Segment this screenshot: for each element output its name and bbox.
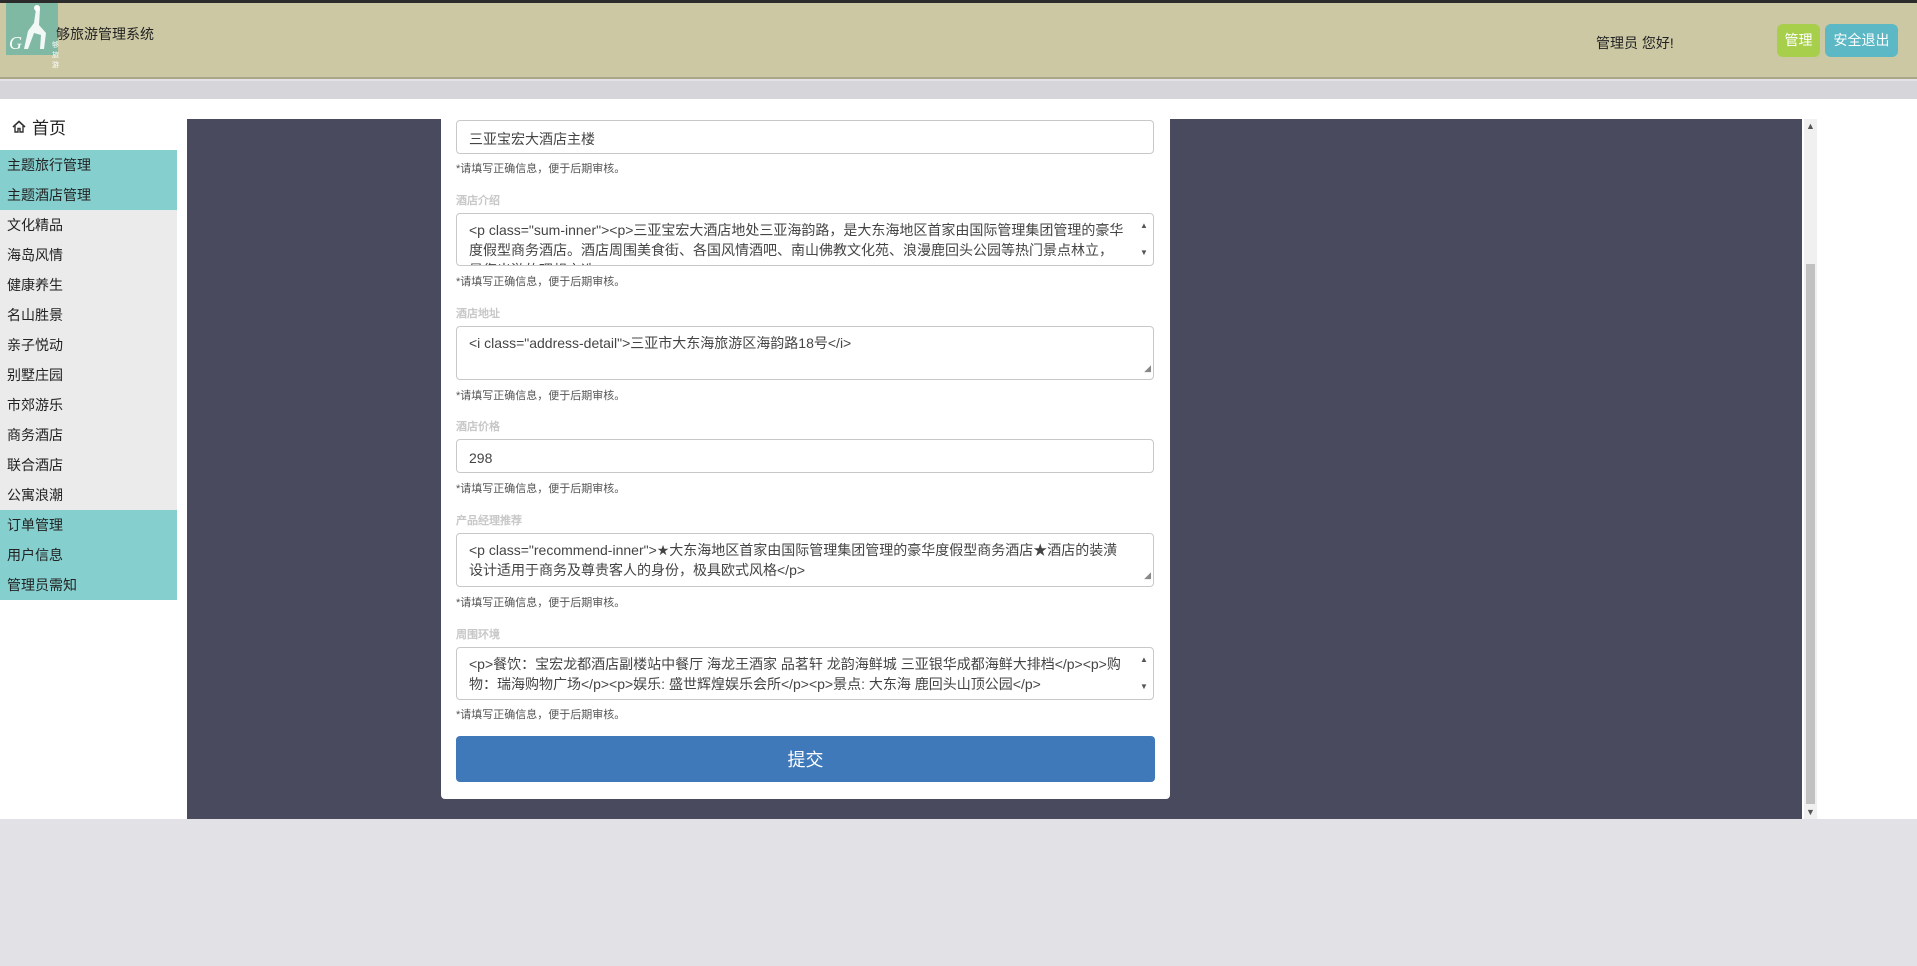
- price-input[interactable]: 298: [456, 439, 1154, 473]
- sidebar-item[interactable]: 管理员需知: [0, 570, 177, 600]
- sidebar-item[interactable]: 健康养生: [0, 270, 177, 300]
- sidebar-item[interactable]: 主题旅行管理: [0, 150, 177, 180]
- sidebar-item[interactable]: 订单管理: [0, 510, 177, 540]
- textarea-scrollbar[interactable]: ▲ ▼: [1137, 650, 1151, 697]
- intro-text: <p class="sum-inner"><p>三亚宝宏大酒店地处三亚海韵路，是…: [469, 222, 1124, 265]
- intro-textarea[interactable]: <p class="sum-inner"><p>三亚宝宏大酒店地处三亚海韵路，是…: [456, 213, 1154, 266]
- env-text: <p>餐饮：宝宏龙都酒店副楼站中餐厅 海龙王酒家 品茗轩 龙韵海鲜城 三亚银华成…: [469, 656, 1121, 692]
- hotel-edit-form: 三亚宝宏大酒店主楼 *请填写正确信息，便于后期审核。 酒店介绍 <p class…: [441, 119, 1170, 799]
- recommend-text: <p class="recommend-inner">★大东海地区首家由国际管理…: [469, 542, 1118, 578]
- sidebar-item[interactable]: 名山胜景: [0, 300, 177, 330]
- resize-handle-icon[interactable]: ◢: [1144, 565, 1151, 585]
- header-shadow: [0, 81, 1917, 99]
- scroll-up-icon[interactable]: ▲: [1140, 650, 1148, 670]
- env-textarea[interactable]: <p>餐饮：宝宏龙都酒店副楼站中餐厅 海龙王酒家 品茗轩 龙韵海鲜城 三亚银华成…: [456, 647, 1154, 700]
- env-label: 周围环境: [456, 629, 500, 641]
- hint-text: *请填写正确信息，便于后期审核。: [456, 276, 626, 288]
- sidebar-item[interactable]: 用户信息: [0, 540, 177, 570]
- textarea-scrollbar[interactable]: ▲ ▼: [1137, 216, 1151, 263]
- sidebar-home[interactable]: 首页: [12, 114, 66, 139]
- svg-text:G: G: [9, 33, 22, 53]
- sidebar-item[interactable]: 亲子悦动: [0, 330, 177, 360]
- page-scrollbar[interactable]: ▲ ▼: [1804, 119, 1817, 819]
- sidebar-item[interactable]: 主题酒店管理: [0, 180, 177, 210]
- sidebar-item[interactable]: 公寓浪潮: [0, 480, 177, 510]
- logo-text: 够旅游: [52, 42, 59, 69]
- hint-text: *请填写正确信息，便于后期审核。: [456, 390, 626, 402]
- scroll-down-icon[interactable]: ▼: [1140, 243, 1148, 263]
- sidebar-item[interactable]: 文化精品: [0, 210, 177, 240]
- hint-text: *请填写正确信息，便于后期审核。: [456, 597, 626, 609]
- logo: G 够旅游: [6, 3, 59, 69]
- address-textarea[interactable]: <i class="address-detail">三亚市大东海旅游区海韵路18…: [456, 326, 1154, 380]
- sidebar-menu: 主题旅行管理 主题酒店管理 文化精品 海岛风情 健康养生 名山胜景 亲子悦动 别墅庄园 市郊游乐…: [0, 150, 177, 600]
- scrollbar-thumb[interactable]: [1806, 264, 1815, 804]
- home-icon: [12, 120, 26, 133]
- scroll-down-icon[interactable]: ▼: [1806, 807, 1815, 817]
- logout-button[interactable]: 安全退出: [1825, 24, 1898, 57]
- sidebar-item[interactable]: 别墅庄园: [0, 360, 177, 390]
- admin-greeting: 管理员 您好!: [1596, 35, 1674, 51]
- submit-button[interactable]: 提交: [456, 736, 1155, 782]
- hotel-name-input[interactable]: 三亚宝宏大酒店主楼: [456, 120, 1154, 154]
- manage-button[interactable]: 管理: [1777, 24, 1820, 57]
- sidebar-item[interactable]: 联合酒店: [0, 450, 177, 480]
- hint-text: *请填写正确信息，便于后期审核。: [456, 163, 626, 175]
- hint-text: *请填写正确信息，便于后期审核。: [456, 709, 626, 721]
- sidebar-item[interactable]: 市郊游乐: [0, 390, 177, 420]
- hint-text: *请填写正确信息，便于后期审核。: [456, 483, 626, 495]
- giraffe-logo-icon: G: [6, 3, 58, 55]
- scroll-up-icon[interactable]: ▲: [1140, 216, 1148, 236]
- address-text: <i class="address-detail">三亚市大东海旅游区海韵路18…: [469, 335, 852, 351]
- sidebar-item[interactable]: 商务酒店: [0, 420, 177, 450]
- home-label: 首页: [32, 119, 66, 138]
- sidebar-item[interactable]: 海岛风情: [0, 240, 177, 270]
- address-label: 酒店地址: [456, 308, 500, 320]
- resize-handle-icon[interactable]: ◢: [1144, 358, 1151, 378]
- scroll-up-icon[interactable]: ▲: [1806, 121, 1815, 131]
- scroll-down-icon[interactable]: ▼: [1140, 677, 1148, 697]
- header-bar: G 够旅游 够旅游管理系统 管理员 您好! 管理 安全退出: [0, 3, 1917, 79]
- recommend-label: 产品经理推荐: [456, 515, 522, 527]
- recommend-textarea[interactable]: <p class="recommend-inner">★大东海地区首家由国际管理…: [456, 533, 1154, 587]
- system-title: 够旅游管理系统: [56, 26, 154, 42]
- intro-label: 酒店介绍: [456, 195, 500, 207]
- price-label: 酒店价格: [456, 421, 500, 433]
